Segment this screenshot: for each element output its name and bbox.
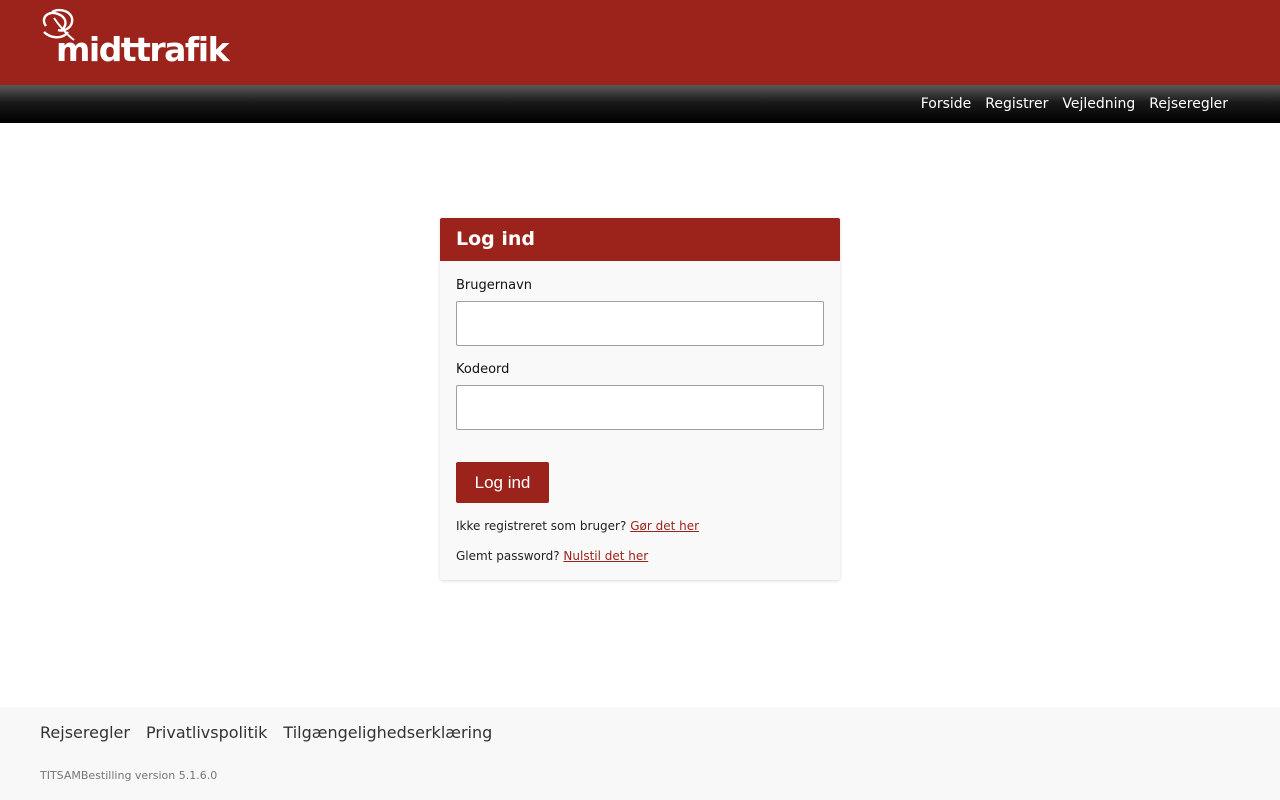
login-button[interactable]: Log ind	[456, 462, 549, 503]
register-prompt: Ikke registreret som bruger?	[456, 519, 627, 533]
footer-link-tilgaengelighed[interactable]: Tilgængelighedserklæring	[283, 723, 492, 742]
footer-links: Rejseregler Privatlivspolitik Tilgængeli…	[40, 723, 492, 742]
logo-wordmark: midttrafik	[56, 30, 230, 69]
login-card-title: Log ind	[440, 218, 840, 261]
midttrafik-logo[interactable]: midttrafik	[38, 8, 230, 74]
site-header: midttrafik	[0, 0, 1280, 85]
nav-link-vejledning[interactable]: Vejledning	[1062, 96, 1135, 112]
password-label: Kodeord	[456, 362, 510, 377]
footer-link-privatlivspolitik[interactable]: Privatlivspolitik	[146, 723, 267, 742]
nav-link-rejseregler[interactable]: Rejseregler	[1149, 96, 1228, 112]
footer-link-rejseregler[interactable]: Rejseregler	[40, 723, 130, 742]
login-card: Log ind Brugernavn Kodeord Log ind Ikke …	[440, 218, 840, 580]
register-link[interactable]: Gør det her	[630, 519, 699, 533]
version-text: TITSAMBestilling version 5.1.6.0	[40, 769, 218, 782]
nav-link-registrer[interactable]: Registrer	[985, 96, 1048, 112]
nav-links: Forside Registrer Vejledning Rejseregler	[921, 85, 1228, 123]
site-footer: Rejseregler Privatlivspolitik Tilgængeli…	[0, 707, 1280, 800]
top-nav: Forside Registrer Vejledning Rejseregler	[0, 85, 1280, 123]
nav-link-forside[interactable]: Forside	[921, 96, 972, 112]
register-help: Ikke registreret som bruger? Gør det her	[456, 518, 699, 534]
forgot-prompt: Glemt password?	[456, 549, 560, 563]
password-input[interactable]	[456, 385, 824, 430]
username-label: Brugernavn	[456, 278, 533, 293]
username-input[interactable]	[456, 301, 824, 346]
reset-password-link[interactable]: Nulstil det her	[563, 549, 648, 563]
forgot-help: Glemt password? Nulstil det her	[456, 548, 648, 564]
